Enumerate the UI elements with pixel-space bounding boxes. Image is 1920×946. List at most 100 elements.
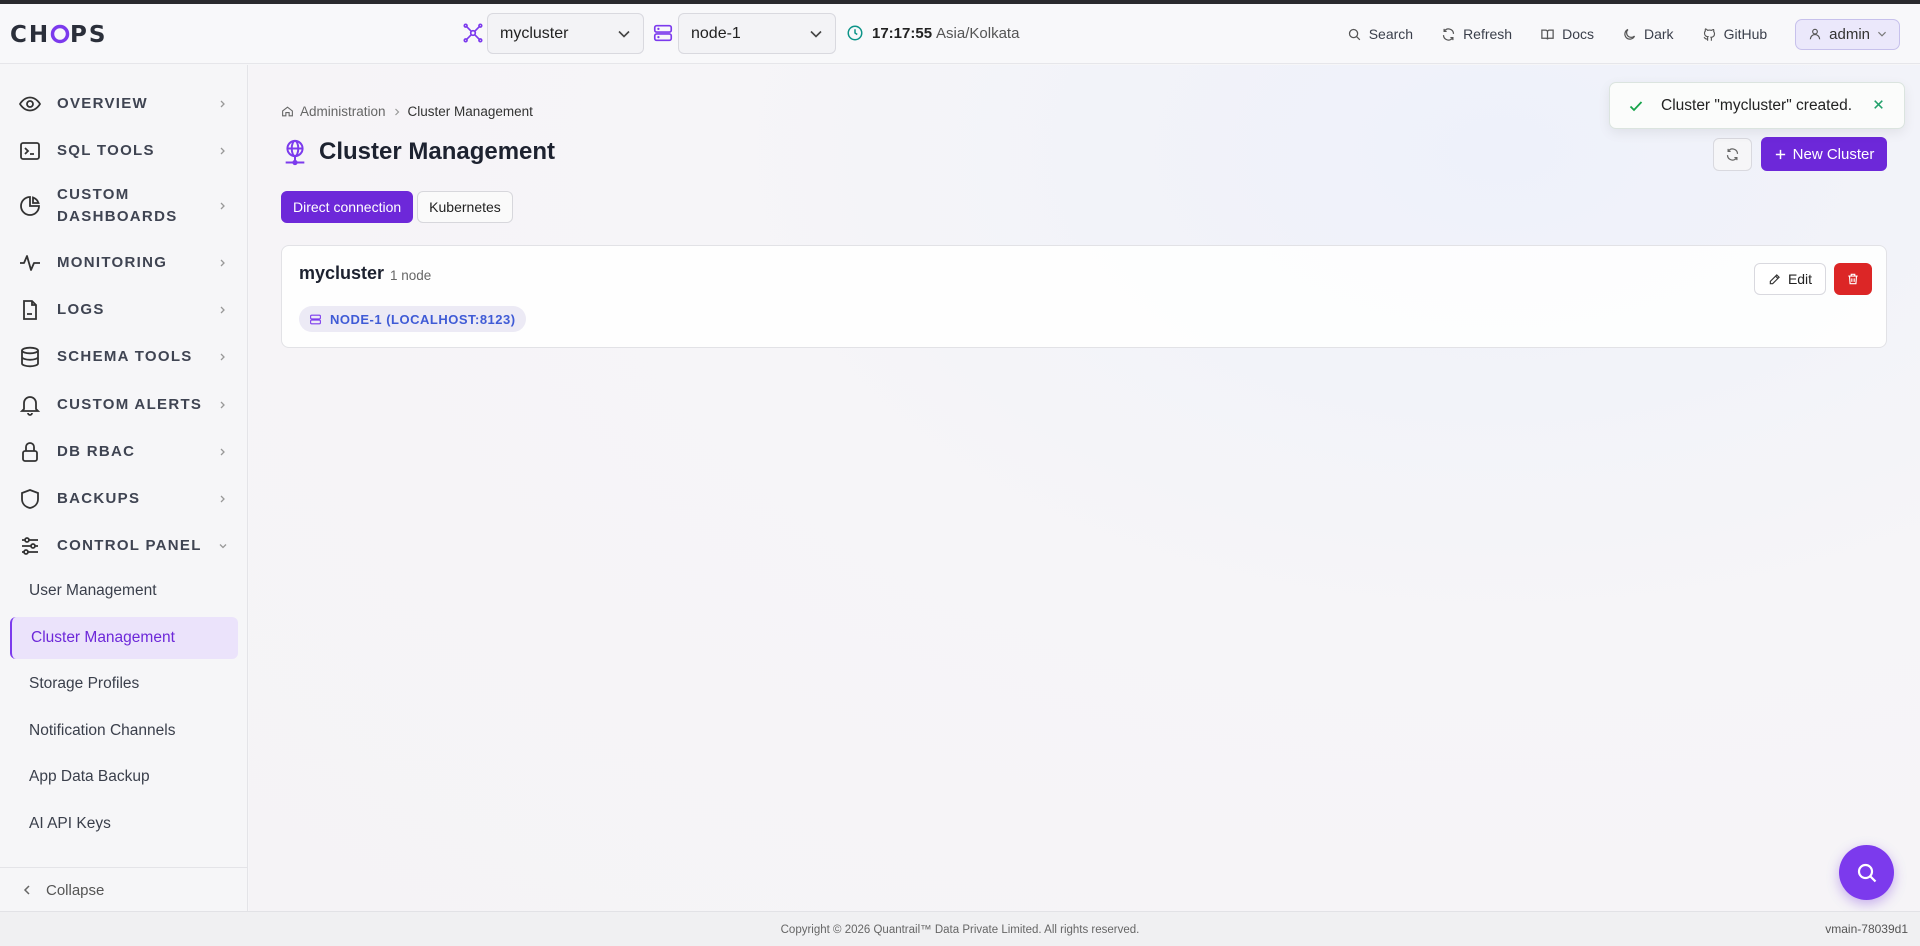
docs-link[interactable]: Docs (1540, 26, 1594, 42)
search-link-label: Search (1368, 26, 1414, 42)
chevron-left-icon (23, 885, 30, 895)
sidebar-subitem-ai-api-keys[interactable]: AI API Keys (10, 803, 238, 845)
terminal-icon (20, 142, 40, 160)
refresh-clusters-button[interactable] (1713, 138, 1752, 171)
sidebar-collapse-button[interactable]: Collapse (0, 867, 248, 912)
tab-label: Kubernetes (429, 199, 501, 215)
chevron-right-icon (220, 259, 225, 267)
chevron-right-icon (220, 401, 225, 409)
sidebar-item-monitoring[interactable]: MONITORING (0, 248, 248, 278)
server-clock: 17:17:55 Asia/Kolkata (846, 24, 1019, 42)
database-icon (21, 346, 39, 368)
sidebar-item-backups[interactable]: BACKUPS (0, 484, 248, 514)
main-content: Administration Cluster Management Cluste… (249, 65, 1920, 911)
breadcrumb-root[interactable]: Administration (300, 104, 386, 119)
delete-cluster-button[interactable] (1834, 263, 1872, 295)
clock-icon (847, 25, 863, 41)
chevron-right-icon (220, 448, 225, 456)
github-link[interactable]: GitHub (1702, 26, 1768, 42)
sidebar-item-label: CONTROL PANEL (57, 537, 202, 554)
search-icon (1348, 28, 1360, 40)
subitem-label: AI API Keys (29, 815, 111, 832)
github-link-label: GitHub (1723, 26, 1768, 42)
sidebar-item-label: DB RBAC (57, 443, 136, 460)
chevron-right-icon (394, 108, 399, 115)
top-header: CH PS mycluster node-1 17:17:55 Asia/Kol… (0, 4, 1920, 64)
breadcrumb: Administration Cluster Management (281, 104, 533, 119)
page-title: Cluster Management (281, 138, 555, 166)
sidebar-item-label: SCHEMA TOOLS (57, 348, 193, 365)
footer-version: vmain-78039d1 (1825, 922, 1908, 936)
sidebar-item-logs[interactable]: LOGS (0, 295, 248, 325)
refresh-link[interactable]: Refresh (1441, 26, 1512, 42)
connection-tabs: Direct connection Kubernetes (281, 191, 513, 223)
sidebar-item-label: SQL TOOLS (57, 142, 155, 159)
svg-text:PS: PS (70, 22, 107, 47)
activity-icon (20, 255, 40, 271)
edit-icon (1769, 274, 1780, 285)
theme-toggle[interactable]: Dark (1622, 26, 1674, 42)
sidebar-subitem-user-management[interactable]: User Management (10, 570, 238, 612)
refresh-icon (1726, 148, 1739, 161)
svg-text:CH: CH (10, 22, 50, 47)
check-icon (1629, 101, 1643, 112)
node-chip-label: NODE-1 (LOCALHOST:8123) (330, 311, 516, 327)
subitem-label: Notification Channels (29, 722, 176, 739)
tab-kubernetes[interactable]: Kubernetes (417, 191, 513, 223)
footer-copyright: Copyright © 2026 Quantrail™ Data Private… (780, 924, 1140, 936)
page-heading: Cluster Management (319, 138, 556, 165)
plus-icon (1775, 149, 1785, 159)
new-cluster-label: New Cluster (1792, 145, 1875, 163)
sidebar-item-label: CUSTOM DASHBOARDS (57, 186, 178, 225)
chevron-right-icon (220, 202, 225, 210)
subitem-label: Storage Profiles (29, 675, 140, 692)
pie-chart-icon (20, 196, 40, 216)
lock-icon (22, 442, 38, 462)
docs-link-label: Docs (1562, 26, 1594, 42)
new-cluster-button[interactable]: New Cluster (1761, 137, 1887, 171)
subitem-label: Cluster Management (31, 629, 175, 646)
sidebar-item-schema-tools[interactable]: SCHEMA TOOLS (0, 342, 248, 372)
moon-icon (1624, 28, 1636, 40)
server-icon (310, 314, 321, 324)
sidebar-item-custom-dashboards[interactable]: CUSTOM DASHBOARDS (0, 183, 248, 229)
search-link[interactable]: Search (1347, 26, 1413, 42)
sidebar-item-sql-tools[interactable]: SQL TOOLS (0, 136, 248, 166)
sidebar-item-control-panel[interactable]: CONTROL PANEL (0, 531, 248, 561)
node-select[interactable]: node-1 (678, 13, 836, 54)
success-toast: Cluster "mycluster" created. (1609, 82, 1905, 129)
cluster-icon (463, 23, 483, 43)
app-logo[interactable]: CH PS (10, 18, 118, 50)
close-icon[interactable] (1872, 98, 1885, 111)
sliders-icon (22, 537, 38, 555)
floating-search-button[interactable] (1839, 845, 1894, 900)
chops-logo: CH PS (10, 22, 107, 47)
edit-cluster-button[interactable]: Edit (1754, 263, 1826, 295)
tab-label: Direct connection (293, 199, 402, 215)
sidebar-subitem-storage-profiles[interactable]: Storage Profiles (10, 663, 238, 705)
search-icon (1857, 863, 1876, 882)
sidebar-item-custom-alerts[interactable]: CUSTOM ALERTS (0, 390, 248, 420)
sidebar-item-db-rbac[interactable]: DB RBAC (0, 437, 248, 467)
sidebar-subitem-notification-channels[interactable]: Notification Channels (10, 710, 238, 752)
bell-icon (19, 396, 41, 416)
subitem-label: App Data Backup (29, 768, 150, 785)
refresh-link-label: Refresh (1463, 26, 1513, 42)
chevron-right-icon (220, 306, 225, 314)
book-icon (1541, 29, 1554, 40)
chevron-right-icon (220, 100, 225, 108)
node-select-value: node-1 (691, 24, 741, 42)
tab-direct-connection[interactable]: Direct connection (281, 191, 414, 223)
sidebar-item-label: CUSTOM ALERTS (57, 396, 203, 413)
sidebar-item-overview[interactable]: OVERVIEW (0, 89, 248, 119)
eye-icon (18, 96, 42, 112)
cluster-select[interactable]: mycluster (487, 13, 644, 54)
toast-message: Cluster "mycluster" created. (1661, 96, 1853, 114)
sidebar-item-label: MONITORING (57, 254, 168, 271)
chevron-down-icon (810, 30, 822, 38)
header-links: Search Refresh Docs Dark GitHub admin (1347, 16, 1900, 52)
collapse-label: Collapse (46, 881, 105, 899)
user-menu[interactable]: admin (1795, 18, 1900, 50)
sidebar-subitem-app-data-backup[interactable]: App Data Backup (10, 756, 238, 798)
sidebar-subitem-cluster-management[interactable]: Cluster Management (10, 617, 238, 659)
